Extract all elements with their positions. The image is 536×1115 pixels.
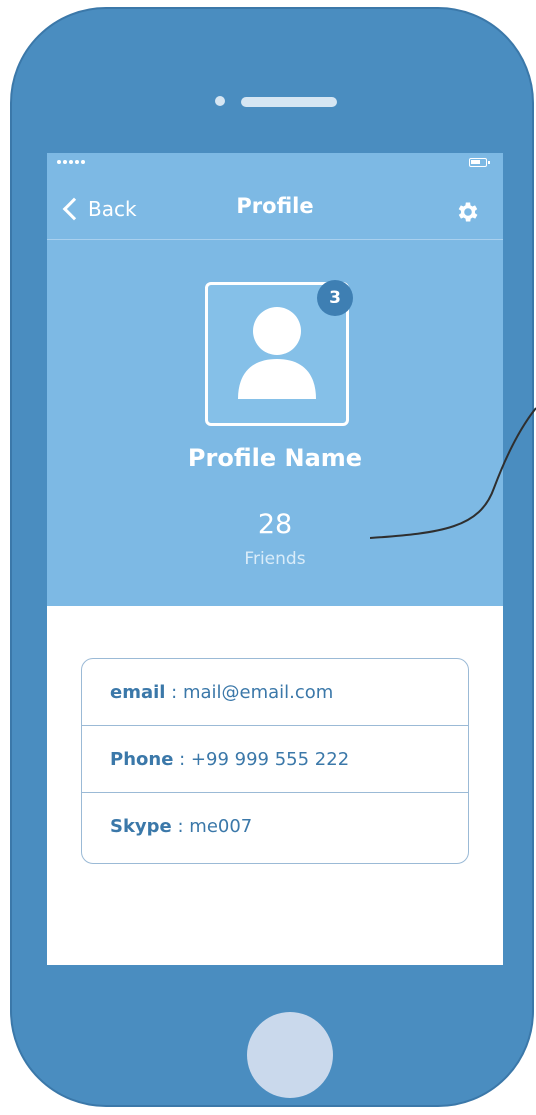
email-separator: :: [165, 681, 183, 703]
gear-icon[interactable]: [455, 199, 481, 225]
email-value: mail@email.com: [182, 681, 334, 703]
speaker-grille: [241, 97, 337, 107]
friends-label: Friends: [244, 549, 306, 569]
canvas: Back Profile 3 Profile Name 28 Friends e…: [0, 0, 536, 1115]
battery-icon: [469, 158, 490, 167]
contact-row-email[interactable]: email : mail@email.com: [82, 659, 468, 726]
page-title: Profile: [236, 194, 314, 218]
contact-row-skype[interactable]: Skype : me007: [82, 793, 468, 860]
skype-key: Skype: [110, 816, 172, 837]
annotation-connector-line: [370, 407, 536, 539]
signal-strength-icon: [57, 160, 85, 164]
front-camera: [215, 96, 225, 106]
nav-divider: [47, 239, 503, 240]
contact-row-phone[interactable]: Phone : +99 999 555 222: [82, 726, 468, 793]
notification-badge: 3: [317, 280, 353, 316]
phone-value: +99 999 555 222: [190, 748, 350, 770]
email-key: email: [110, 681, 166, 703]
phone-screen: Back Profile 3 Profile Name 28 Friends e…: [47, 153, 503, 965]
skype-separator: :: [171, 816, 190, 837]
home-button[interactable]: [247, 1012, 333, 1098]
phone-separator: :: [173, 748, 191, 770]
skype-value: me007: [189, 816, 253, 837]
contact-card: email : mail@email.com Phone : +99 999 5…: [81, 658, 469, 864]
phone-key: Phone: [110, 748, 174, 770]
user-icon: [238, 307, 316, 399]
